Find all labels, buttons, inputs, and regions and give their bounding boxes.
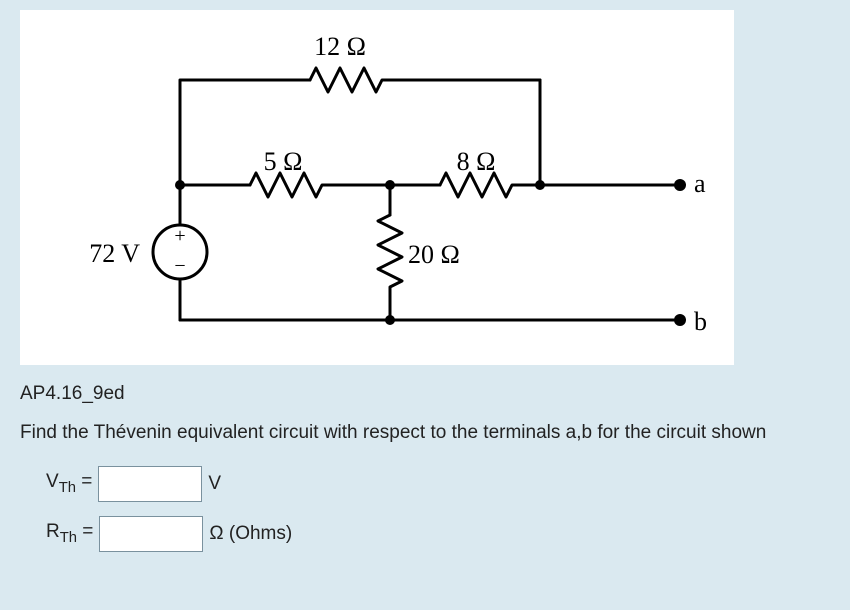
circuit-image: 12 Ω 5 Ω 8 Ω 20 Ω 72 V a b + − [20, 10, 734, 365]
vth-label: VTh = [46, 471, 92, 496]
label-r-left: 5 Ω [264, 147, 303, 176]
rth-unit: Ω (Ohms) [209, 523, 292, 545]
label-r-top: 12 Ω [314, 32, 366, 61]
problem-id: AP4.16_9ed [20, 383, 830, 405]
label-source: 72 V [89, 239, 140, 268]
source-plus: + [174, 225, 185, 247]
problem-prompt: Find the Thévenin equivalent circuit wit… [20, 419, 830, 448]
circuit-svg: 12 Ω 5 Ω 8 Ω 20 Ω 72 V a b + − [40, 20, 720, 350]
problem-text: AP4.16_9ed Find the Thévenin equivalent … [20, 383, 830, 552]
label-terminal-b: b [694, 307, 707, 336]
vth-unit: V [208, 473, 221, 495]
rth-row: RTh = Ω (Ohms) [46, 516, 830, 552]
source-minus: − [174, 255, 185, 277]
vth-input[interactable] [98, 466, 202, 502]
label-terminal-a: a [694, 169, 706, 198]
rth-input[interactable] [99, 516, 203, 552]
rth-label: RTh = [46, 521, 93, 546]
vth-row: VTh = V [46, 466, 830, 502]
label-r-mid: 20 Ω [408, 240, 460, 269]
label-r-right: 8 Ω [457, 147, 496, 176]
